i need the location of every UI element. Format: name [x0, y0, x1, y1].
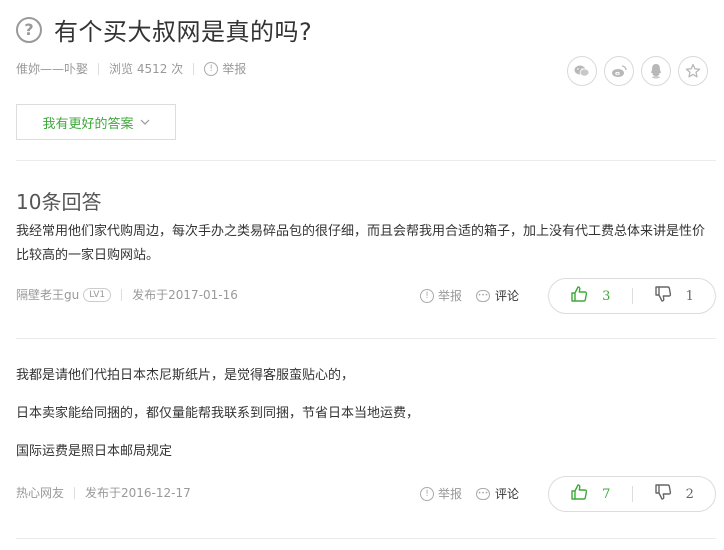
wechat-share-icon[interactable] — [567, 56, 597, 86]
level-badge: LV1 — [83, 287, 112, 302]
question-meta: 倠妳——卟娶 浏览 4512 次 ! 举报 — [16, 60, 246, 77]
thumbs-down-icon — [654, 483, 672, 505]
question-header: ? 有个买大叔网是真的吗? — [16, 12, 312, 47]
dislike-button[interactable]: 1 — [633, 279, 716, 313]
answer-item: 我经常用他们家代购周边，每次手办之类易碎品包的很仔细，而且会帮我用合适的箱子，加… — [16, 220, 716, 320]
like-button[interactable]: 3 — [549, 279, 632, 313]
answer-item: 我都是请他们代拍日本杰尼斯纸片，是觉得客服蛮贴心的， 日本卖家能给同捆的，都仅量… — [16, 364, 716, 514]
divider — [121, 288, 123, 301]
qq-share-icon[interactable] — [641, 56, 671, 86]
answer-author[interactable]: 热心网友 — [16, 484, 64, 501]
answer-meta: 热心网友 发布于2016-12-17 — [16, 484, 191, 501]
thumbs-up-icon — [570, 285, 588, 307]
answer-text: 我经常用他们家代购周边，每次手办之类易碎品包的很仔细，而且会帮我用合适的箱子，加… — [16, 224, 706, 263]
report-icon: ! — [420, 288, 434, 303]
answer-divider — [16, 338, 716, 339]
favorite-star-icon[interactable] — [678, 56, 708, 86]
dislike-button[interactable]: 2 — [633, 477, 716, 511]
like-count: 7 — [602, 486, 611, 502]
comment-button[interactable]: ••• 评论 — [476, 485, 519, 502]
section-divider — [16, 160, 716, 161]
answer-actions: ! 举报 ••• 评论 — [420, 485, 533, 502]
dislike-count: 1 — [685, 288, 694, 304]
answer-date: 发布于2017-01-16 — [132, 288, 238, 302]
report-button[interactable]: ! 举报 — [420, 485, 462, 502]
comment-icon: ••• — [476, 289, 491, 302]
vote-box: 3 1 — [548, 278, 716, 314]
answer-date: 发布于2016-12-17 — [85, 486, 191, 500]
thumbs-down-icon — [654, 285, 672, 307]
comment-label: 评论 — [495, 487, 520, 501]
chevron-down-icon — [140, 117, 150, 128]
answer-count: 10条回答 — [16, 190, 102, 214]
report-label: 举报 — [222, 62, 247, 76]
question-title: 有个买大叔网是真的吗? — [54, 18, 313, 46]
answer-author[interactable]: 隔壁老王gu — [16, 286, 79, 303]
divider — [74, 486, 76, 499]
thumbs-up-icon — [570, 483, 588, 505]
better-answer-button[interactable]: 我有更好的答案 — [16, 104, 176, 140]
like-count: 3 — [602, 288, 611, 304]
report-button[interactable]: ! 举报 — [204, 60, 246, 77]
report-label: 举报 — [438, 487, 463, 501]
comment-button[interactable]: ••• 评论 — [476, 287, 519, 304]
comment-label: 评论 — [495, 289, 520, 303]
question-author[interactable]: 倠妳——卟娶 — [16, 60, 88, 77]
dislike-count: 2 — [685, 486, 694, 502]
comment-icon: ••• — [476, 487, 491, 500]
report-icon: ! — [420, 486, 434, 501]
report-button[interactable]: ! 举报 — [420, 287, 462, 304]
answer-meta: 隔壁老王gu LV1 发布于2017-01-16 — [16, 286, 238, 303]
answer-divider — [16, 538, 716, 539]
view-count: 浏览 4512 次 — [109, 62, 184, 76]
report-label: 举报 — [438, 289, 463, 303]
answer-paragraph: 日本卖家能给同捆的，都仅量能帮我联系到同捆，节省日本当地运费， — [16, 406, 420, 421]
vote-box: 7 2 — [548, 476, 716, 512]
better-answer-label: 我有更好的答案 — [42, 116, 134, 132]
question-circle-icon: ? — [16, 16, 42, 43]
divider — [98, 62, 100, 75]
divider — [193, 62, 195, 75]
answer-paragraph: 国际运费是照日本邮局规定 — [16, 444, 173, 459]
answer-actions: ! 举报 ••• 评论 — [420, 287, 533, 304]
weibo-share-icon[interactable] — [604, 56, 634, 86]
report-icon: ! — [204, 61, 219, 76]
like-button[interactable]: 7 — [549, 477, 632, 511]
answer-paragraph: 我都是请他们代拍日本杰尼斯纸片，是觉得客服蛮贴心的， — [16, 368, 355, 383]
share-bar — [567, 56, 708, 86]
